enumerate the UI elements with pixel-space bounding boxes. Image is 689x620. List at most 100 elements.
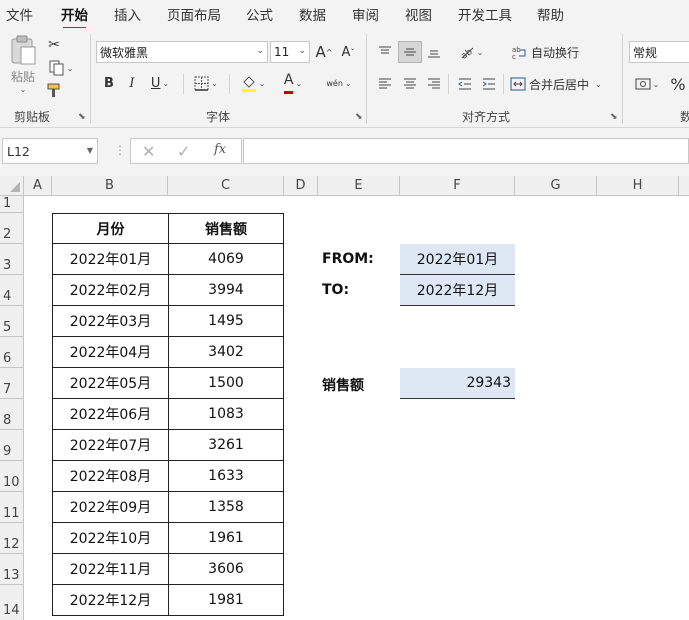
decrease-indent-button[interactable] <box>455 73 475 95</box>
percent-style-button[interactable]: % <box>668 73 688 95</box>
formula-input[interactable] <box>243 138 689 164</box>
column-header-b[interactable]: B <box>52 176 168 196</box>
number-format-select[interactable]: 常规 <box>629 41 689 63</box>
month-cell[interactable]: 2022年06月 <box>52 398 169 430</box>
header-sales[interactable]: 销售额 <box>168 213 284 244</box>
column-header-h[interactable]: H <box>597 176 679 196</box>
drag-handle-icon[interactable]: ⋮ <box>114 143 126 157</box>
increase-indent-button[interactable] <box>479 73 499 95</box>
borders-button[interactable]: ⌄ <box>190 73 222 93</box>
insert-function-icon[interactable]: fx <box>214 142 226 157</box>
row-header-13[interactable]: 13 <box>0 554 24 585</box>
column-header-c[interactable]: C <box>168 176 284 196</box>
fill-color-button[interactable]: ⌄ <box>236 72 270 94</box>
tab-view[interactable]: 视图 <box>405 4 432 24</box>
sales-cell[interactable]: 3261 <box>168 429 284 461</box>
column-header-d[interactable]: D <box>284 176 318 196</box>
orientation-button[interactable]: ab ⌄ <box>456 41 486 63</box>
row-header-4[interactable]: 4 <box>0 275 24 306</box>
row-header-3[interactable]: 3 <box>0 244 24 275</box>
bold-button[interactable]: B <box>100 73 118 93</box>
row-header-5[interactable]: 5 <box>0 306 24 337</box>
align-left-button[interactable] <box>375 73 395 95</box>
font-name-select[interactable]: 微软雅黑 ⌄ <box>96 41 268 63</box>
paste-button[interactable]: 粘贴 ⌄ <box>6 34 40 94</box>
from-label[interactable]: FROM: <box>322 251 374 267</box>
dialog-launcher-icon[interactable]: ⬊ <box>355 112 363 122</box>
column-header-g[interactable]: G <box>515 176 597 196</box>
cut-button[interactable]: ✂ <box>45 36 63 54</box>
copy-button[interactable]: ⌄ <box>45 59 77 77</box>
to-value-cell[interactable]: 2022年12月 <box>400 275 515 306</box>
select-all-corner[interactable] <box>0 176 24 196</box>
sales-cell[interactable]: 1961 <box>168 522 284 554</box>
wrap-text-button[interactable]: ab c 自动换行 <box>512 41 582 63</box>
row-header-7[interactable]: 7 <box>0 368 24 399</box>
row-header-6[interactable]: 6 <box>0 337 24 368</box>
month-cell[interactable]: 2022年02月 <box>52 274 169 306</box>
sales-cell[interactable]: 3402 <box>168 336 284 368</box>
tab-formulas[interactable]: 公式 <box>246 4 273 24</box>
tab-developer[interactable]: 开发工具 <box>458 4 512 24</box>
cancel-icon[interactable]: ✕ <box>142 142 155 161</box>
row-header-1[interactable]: 1 <box>0 196 24 213</box>
align-bottom-button[interactable] <box>424 41 444 63</box>
month-cell[interactable]: 2022年07月 <box>52 429 169 461</box>
accounting-format-button[interactable]: ⌄ <box>630 73 664 95</box>
tab-page-layout[interactable]: 页面布局 <box>167 4 221 24</box>
tab-file[interactable]: 文件 <box>6 4 33 24</box>
font-color-button[interactable]: A ⌄ <box>276 72 310 94</box>
sales-cell[interactable]: 1495 <box>168 305 284 337</box>
increase-font-size-button[interactable]: A ^ <box>314 41 334 63</box>
column-header-e[interactable]: E <box>318 176 400 196</box>
to-label[interactable]: TO: <box>322 282 349 298</box>
row-header-14[interactable]: 14 <box>0 585 24 620</box>
sales-cell[interactable]: 4069 <box>168 243 284 275</box>
tab-review[interactable]: 审阅 <box>352 4 379 24</box>
month-cell[interactable]: 2022年01月 <box>52 243 169 275</box>
row-header-12[interactable]: 12 <box>0 523 24 554</box>
month-cell[interactable]: 2022年11月 <box>52 553 169 585</box>
dialog-launcher-icon[interactable]: ⬊ <box>610 112 618 122</box>
underline-button[interactable]: U ⌄ <box>146 73 174 93</box>
sales-cell[interactable]: 1500 <box>168 367 284 399</box>
tab-insert[interactable]: 插入 <box>114 4 141 24</box>
row-header-10[interactable]: 10 <box>0 461 24 492</box>
align-middle-button[interactable] <box>398 41 422 63</box>
month-cell[interactable]: 2022年05月 <box>52 367 169 399</box>
format-painter-button[interactable] <box>45 81 63 99</box>
header-month[interactable]: 月份 <box>52 213 169 244</box>
tab-help[interactable]: 帮助 <box>537 4 564 24</box>
month-cell[interactable]: 2022年03月 <box>52 305 169 337</box>
sales-cell[interactable]: 1981 <box>168 584 284 616</box>
sales-cell[interactable]: 3994 <box>168 274 284 306</box>
row-header-11[interactable]: 11 <box>0 492 24 523</box>
month-cell[interactable]: 2022年04月 <box>52 336 169 368</box>
row-header-9[interactable]: 9 <box>0 430 24 461</box>
tab-home[interactable]: 开始 <box>61 4 88 30</box>
sales-cell[interactable]: 3606 <box>168 553 284 585</box>
sales-cell[interactable]: 1633 <box>168 460 284 492</box>
enter-icon[interactable]: ✓ <box>177 142 190 161</box>
merge-center-button[interactable]: 合并后居中 ⌄ <box>510 73 610 95</box>
row-header-2[interactable]: 2 <box>0 213 24 244</box>
align-center-button[interactable] <box>400 73 420 95</box>
from-value-cell[interactable]: 2022年01月 <box>400 244 515 275</box>
result-label[interactable]: 销售额 <box>322 375 364 395</box>
tab-data[interactable]: 数据 <box>299 4 326 24</box>
month-cell[interactable]: 2022年12月 <box>52 584 169 616</box>
month-cell[interactable]: 2022年09月 <box>52 491 169 523</box>
align-top-button[interactable] <box>375 41 395 63</box>
result-value-cell[interactable]: 29343 <box>400 368 515 399</box>
sales-cell[interactable]: 1083 <box>168 398 284 430</box>
dialog-launcher-icon[interactable]: ⬊ <box>78 112 86 122</box>
phonetic-guide-button[interactable]: wén ⌄ <box>322 72 356 94</box>
month-cell[interactable]: 2022年10月 <box>52 522 169 554</box>
month-cell[interactable]: 2022年08月 <box>52 460 169 492</box>
align-right-button[interactable] <box>424 73 444 95</box>
name-box[interactable]: L12 ▼ <box>2 138 98 164</box>
row-header-8[interactable]: 8 <box>0 399 24 430</box>
sales-cell[interactable]: 1358 <box>168 491 284 523</box>
italic-button[interactable]: I <box>123 73 141 93</box>
font-size-select[interactable]: 11 ⌄ <box>270 41 310 63</box>
